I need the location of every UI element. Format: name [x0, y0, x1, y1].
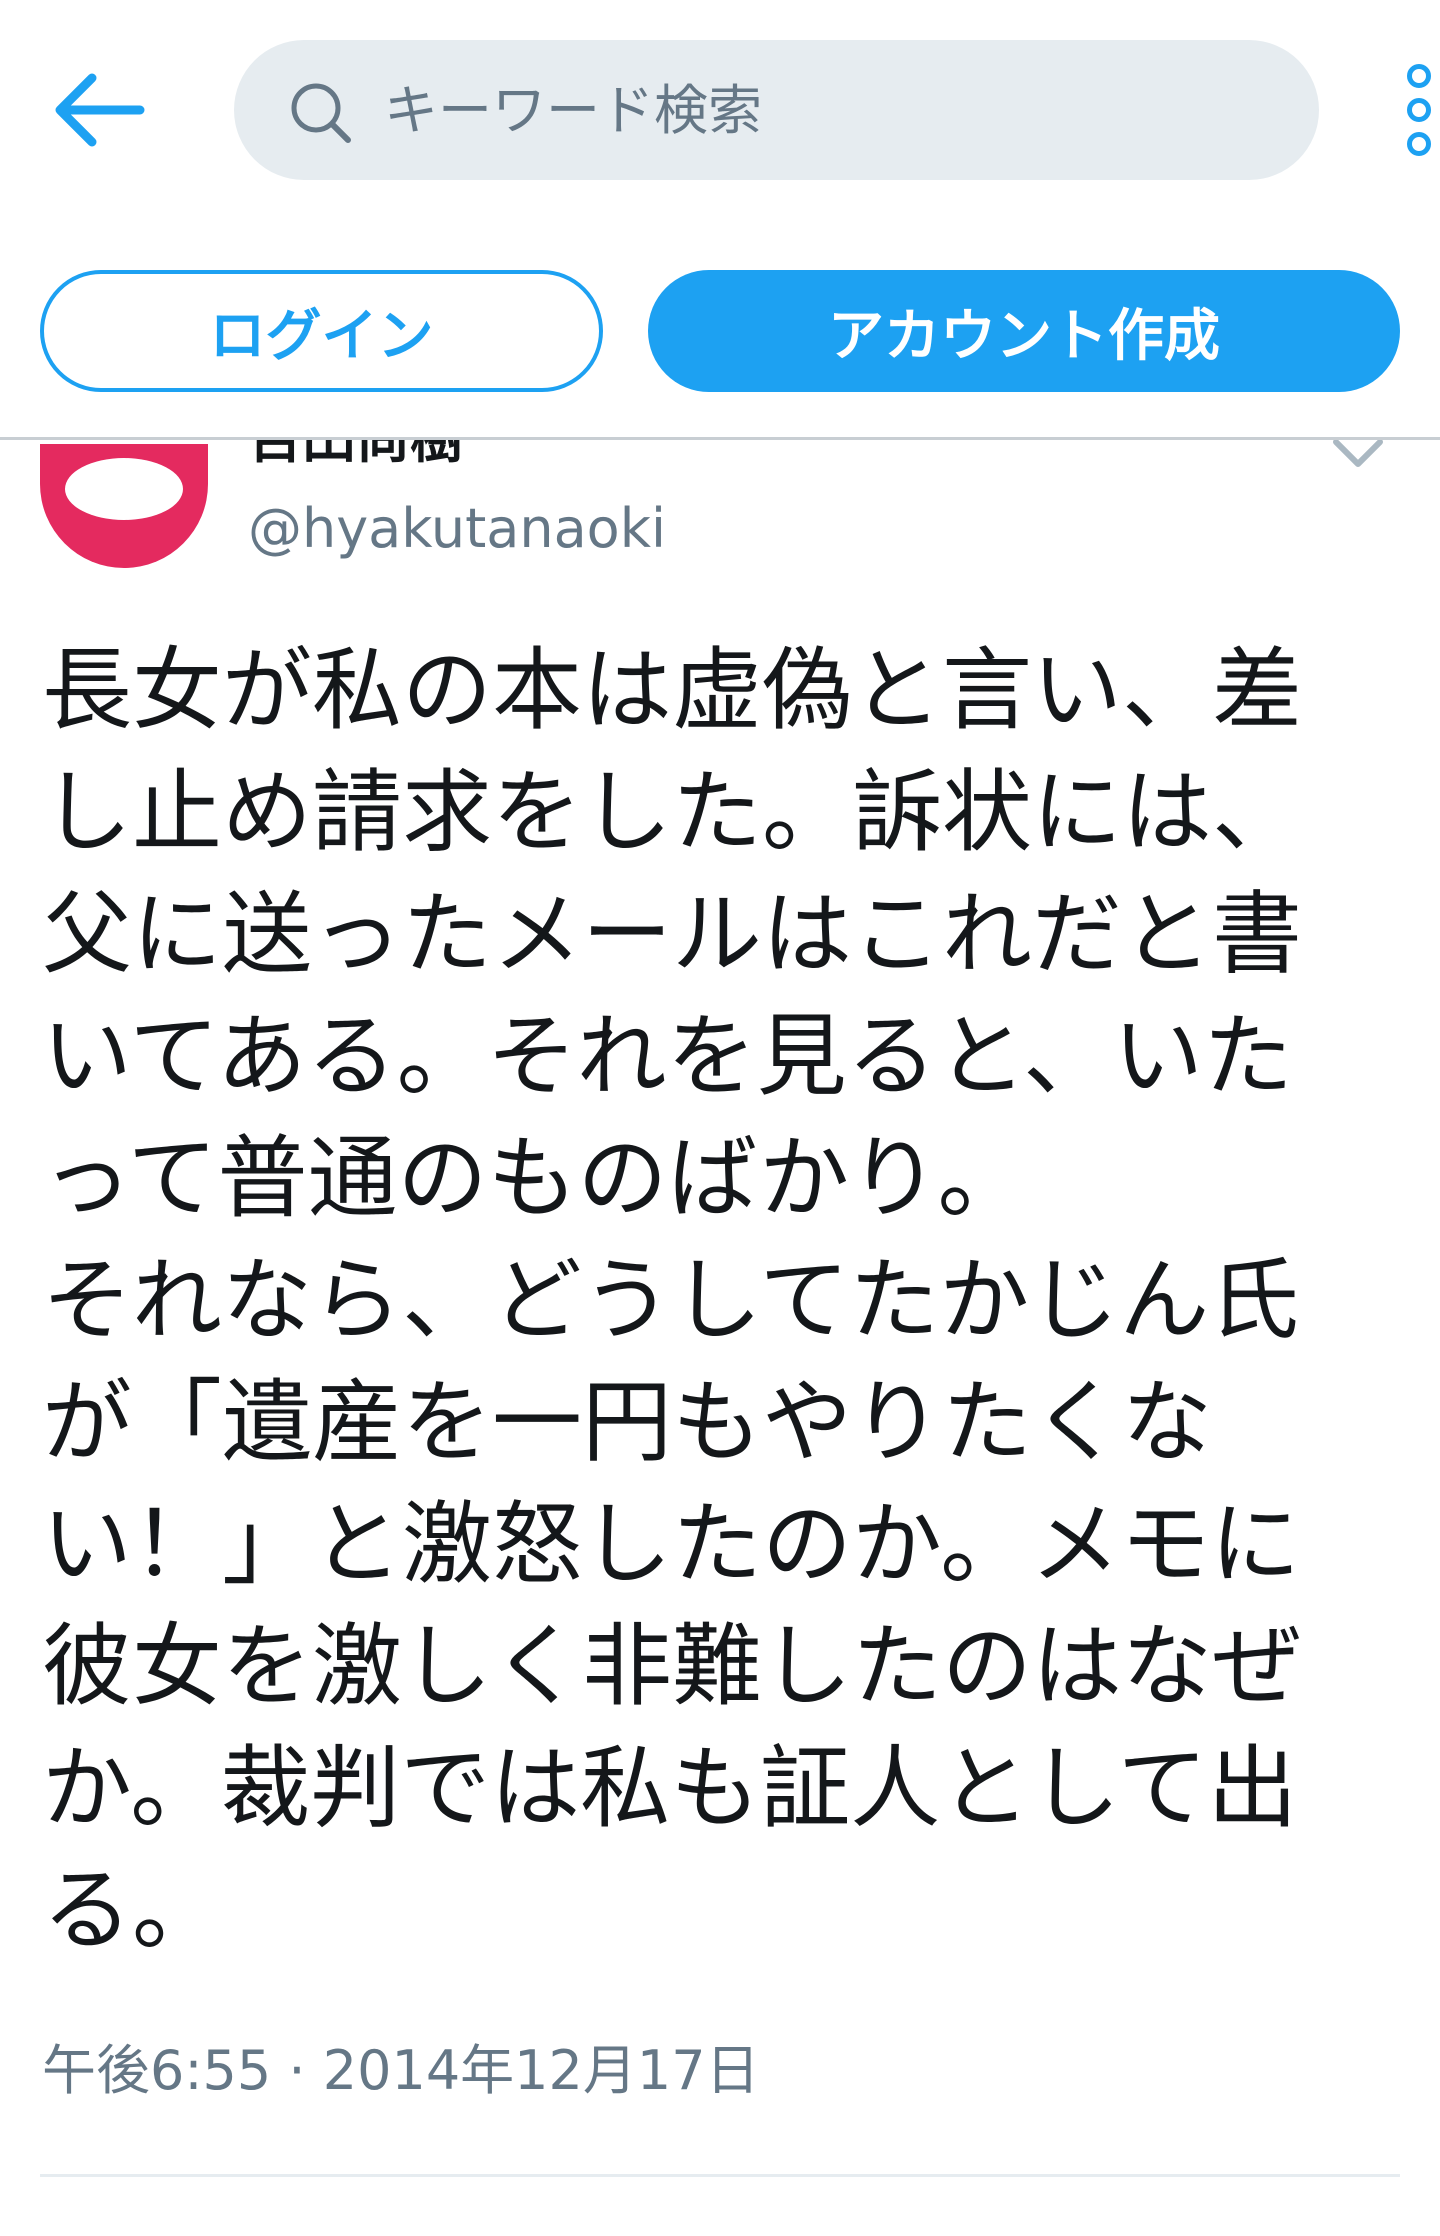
tweet-text-line: 長女が私の本は虚偽と言い、差: [42, 638, 1302, 743]
search-input[interactable]: [384, 70, 1264, 150]
tweet-text-line: が「遺産を一円もやりたくな: [42, 1370, 1212, 1475]
tweet-menu-button[interactable]: [1330, 440, 1386, 470]
tweet-page: ログイン アカウント作成 百田尚樹 @hyakutanaoki 長女が私の本は虚…: [0, 0, 1440, 2236]
chevron-down-icon: [1333, 440, 1383, 467]
tweet-text-line: 父に送ったメールはこれだと書: [42, 882, 1302, 987]
tweet-text-line: って普通のものばかり。: [42, 1126, 1028, 1231]
display-name[interactable]: 百田尚樹: [248, 440, 464, 474]
tweet-divider: [40, 2174, 1400, 2177]
back-button[interactable]: [52, 70, 148, 150]
tweet-text-line: し止め請求をした。訴状には、: [42, 760, 1302, 865]
login-button[interactable]: ログイン: [40, 270, 603, 392]
tweet-timestamp[interactable]: 午後6:55 · 2014年12月17日: [42, 2036, 760, 2106]
tweet-text-line: それなら、どうしてたかじん氏: [42, 1248, 1300, 1353]
tweet-text-line: い！」と激怒したのか。メモに: [42, 1492, 1301, 1597]
avatar[interactable]: [40, 444, 208, 568]
search-box[interactable]: [234, 40, 1319, 180]
tweet-text: 長女が私の本は虚偽と言い、差 し止め請求をした。訴状には、 父に送ったメールはこ…: [42, 630, 1402, 1972]
tweet: 百田尚樹 @hyakutanaoki 長女が私の本は虚偽と言い、差 し止め請求を…: [0, 440, 1440, 2236]
arrow-left-icon: [55, 73, 145, 147]
more-options-button[interactable]: [1400, 60, 1440, 160]
create-account-button[interactable]: アカウント作成: [648, 270, 1400, 392]
tweet-text-line: る。: [42, 1858, 222, 1963]
search-icon: [291, 83, 351, 143]
tweet-text-line: 彼女を激しく非難したのはなぜ: [42, 1614, 1302, 1719]
tweet-text-line: いてある。それを見ると、いた: [42, 1004, 1293, 1109]
tweet-text-line: か。裁判では私も証人として出: [42, 1736, 1298, 1841]
username[interactable]: @hyakutanaoki: [248, 494, 666, 564]
